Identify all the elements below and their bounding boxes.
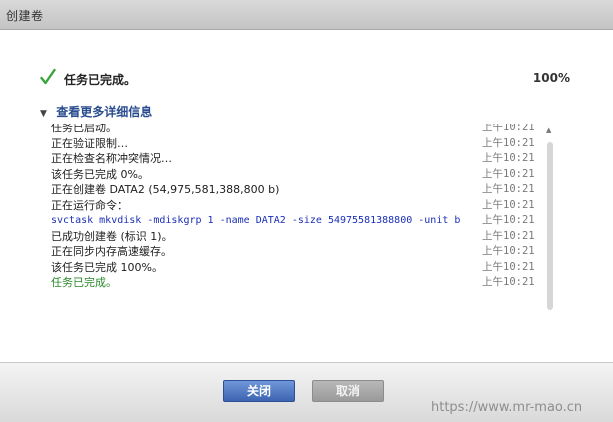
log-row: 正在运行命令： 上午10:21 xyxy=(46,198,559,214)
triangle-down-icon: ▼ xyxy=(40,109,47,119)
log-time: 上午10:21 xyxy=(482,214,535,226)
cancel-button[interactable]: 取消 xyxy=(312,380,384,402)
log-time: 上午10:21 xyxy=(482,152,535,164)
dialog-footer: 关闭 取消 https://www.mr-mao.cn xyxy=(0,362,613,422)
dialog-titlebar: 创建卷 xyxy=(0,0,613,30)
log-message: 任务已完成。 xyxy=(51,276,117,289)
log-row: 正在创建卷 DATA2 (54,975,581,388,800 b) 上午10:… xyxy=(46,182,559,198)
log-message: 已成功创建卷 (标识 1)。 xyxy=(51,229,173,243)
log-time: 上午10:21 xyxy=(482,183,535,195)
log-message: 正在同步内存高速缓存。 xyxy=(51,245,172,258)
log-message: 该任务已完成 100%。 xyxy=(51,260,163,274)
log-message: 正在验证限制… xyxy=(51,136,128,150)
log-row-command: svctask mkvdisk -mdiskgrp 1 -name DATA2 … xyxy=(46,213,559,229)
log-time: 上午10:21 xyxy=(482,229,535,242)
log-time: 上午10:21 xyxy=(482,167,535,180)
log-row-complete: 任务已完成。 上午10:21 xyxy=(46,275,559,291)
task-status-row: 任务已完成。 100% xyxy=(40,68,570,88)
log-time: 上午10:21 xyxy=(482,124,535,133)
watermark: https://www.mr-mao.cn xyxy=(431,400,583,415)
log-row: 已成功创建卷 (标识 1)。 上午10:21 xyxy=(46,229,559,245)
log-list: 任务已启动。 上午10:21 正在验证限制… 上午10:21 正在检查名称冲突情… xyxy=(46,124,559,320)
log-row: 任务已启动。 上午10:21 xyxy=(46,124,559,136)
log-time: 上午10:21 xyxy=(482,260,535,273)
dialog-title: 创建卷 xyxy=(6,9,44,23)
log-time: 上午10:21 xyxy=(482,276,535,288)
scroll-up-icon[interactable]: ▲ xyxy=(546,126,551,134)
log-command: svctask mkvdisk -mdiskgrp 1 -name DATA2 … xyxy=(51,215,461,226)
log-message: 正在运行命令： xyxy=(51,198,128,212)
log-message: 正在创建卷 DATA2 (54,975,581,388,800 b) xyxy=(51,183,280,196)
log-message: 任务已启动。 xyxy=(51,124,117,134)
log-time: 上午10:21 xyxy=(482,245,535,257)
log-row: 正在验证限制… 上午10:21 xyxy=(46,136,559,152)
close-button[interactable]: 关闭 xyxy=(223,380,295,402)
log-row: 正在同步内存高速缓存。 上午10:21 xyxy=(46,244,559,260)
log-time: 上午10:21 xyxy=(482,198,535,211)
progress-percent: 100% xyxy=(532,71,570,85)
log-message: 该任务已完成 0%。 xyxy=(51,167,149,181)
details-toggle-label: 查看更多详细信息 xyxy=(56,105,153,119)
log-scrollbar[interactable]: ▲ xyxy=(544,124,556,320)
check-icon xyxy=(40,68,56,85)
scroll-thumb[interactable] xyxy=(547,142,553,310)
log-row: 正在检查名称冲突情况… 上午10:21 xyxy=(46,151,559,167)
log-row: 该任务已完成 100%。 上午10:21 xyxy=(46,260,559,276)
log-row: 该任务已完成 0%。 上午10:21 xyxy=(46,167,559,183)
log-time: 上午10:21 xyxy=(482,136,535,149)
details-toggle[interactable]: ▼ 查看更多详细信息 xyxy=(40,103,152,119)
log-message: 正在检查名称冲突情况… xyxy=(51,152,172,165)
task-status-text: 任务已完成。 xyxy=(64,73,137,87)
